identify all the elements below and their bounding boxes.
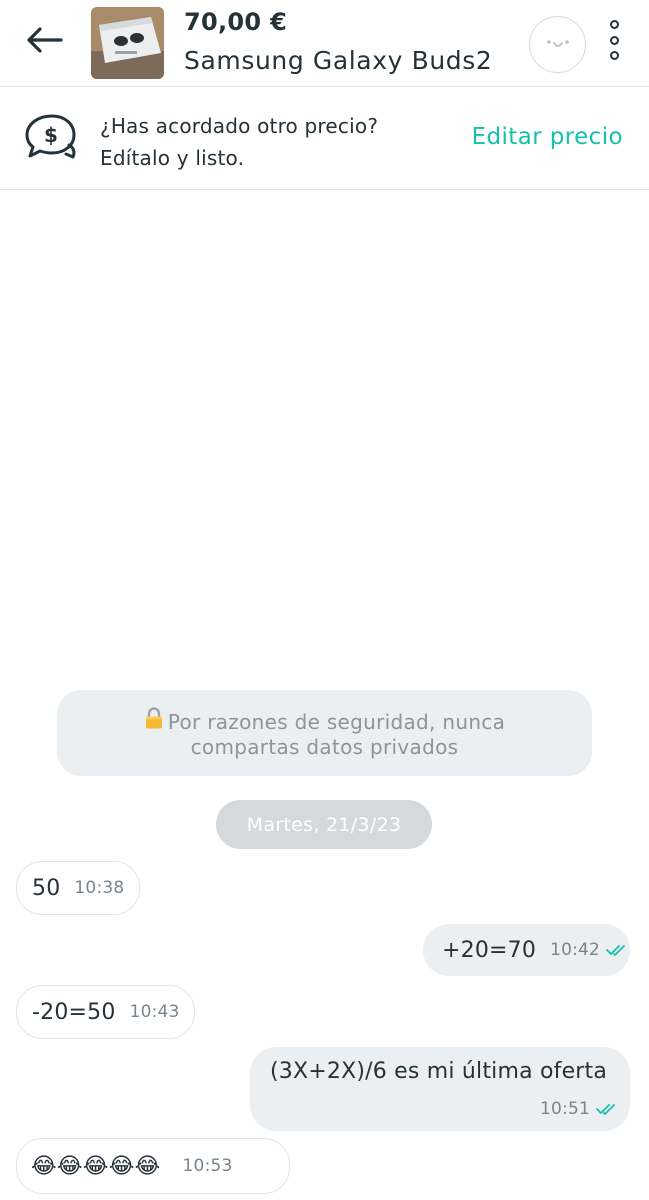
message-text: +20=70 bbox=[442, 937, 537, 963]
chat-header: 70,00 € Samsung Galaxy Buds2 bbox=[0, 0, 649, 87]
user-avatar[interactable] bbox=[529, 16, 586, 73]
vertical-dots-icon bbox=[609, 20, 619, 29]
product-title[interactable]: Samsung Galaxy Buds2 bbox=[184, 46, 492, 75]
message-time: 10:42 bbox=[550, 940, 601, 960]
message-text: (3X+2X)/6 es mi última oferta bbox=[270, 1059, 608, 1084]
message-time: 10:53 bbox=[182, 1156, 233, 1176]
edit-price-prompt: ¿Has acordado otro precio? Edítalo y lis… bbox=[100, 110, 378, 174]
edit-price-banner: $ ¿Has acordado otro precio? Edítalo y l… bbox=[0, 88, 649, 190]
back-button[interactable] bbox=[22, 22, 66, 58]
message-time: 10:38 bbox=[74, 878, 125, 898]
message-text: 50 bbox=[32, 875, 61, 901]
security-notice: Por razones de seguridad, nunca comparta… bbox=[57, 690, 592, 776]
date-separator: Martes, 21/3/23 bbox=[216, 800, 432, 849]
message-text: -20=50 bbox=[32, 999, 116, 1025]
message-incoming[interactable]: 😂😂😂😂😂 10:53 bbox=[16, 1138, 290, 1194]
product-price: 70,00 € bbox=[184, 8, 288, 36]
message-time: 10:51 bbox=[540, 1099, 590, 1119]
lock-icon bbox=[145, 706, 162, 728]
message-text: 😂😂😂😂😂 bbox=[31, 1153, 161, 1179]
more-options-button[interactable] bbox=[600, 18, 628, 62]
message-incoming[interactable]: 50 10:38 bbox=[16, 861, 140, 915]
double-check-icon bbox=[606, 945, 625, 956]
product-image bbox=[91, 7, 164, 79]
message-outgoing[interactable]: +20=70 10:42 bbox=[423, 924, 630, 976]
edit-price-prompt-line2: Edítalo y listo. bbox=[100, 146, 245, 170]
security-notice-text: Por razones de seguridad, nunca comparta… bbox=[167, 709, 506, 759]
message-time: 10:43 bbox=[129, 1002, 180, 1022]
message-incoming[interactable]: -20=50 10:43 bbox=[16, 985, 195, 1039]
chat-bubbles-dollar-icon: $ bbox=[25, 114, 76, 159]
svg-text:$: $ bbox=[44, 123, 58, 147]
message-outgoing[interactable]: (3X+2X)/6 es mi última oferta 10:51 bbox=[250, 1047, 630, 1131]
double-check-icon bbox=[596, 1104, 615, 1115]
arrow-left-icon bbox=[27, 27, 63, 53]
smiley-face-icon bbox=[546, 39, 569, 47]
edit-price-button[interactable]: Editar precio bbox=[472, 124, 623, 150]
edit-price-prompt-line1: ¿Has acordado otro precio? bbox=[100, 114, 379, 138]
product-thumbnail[interactable] bbox=[91, 7, 164, 79]
